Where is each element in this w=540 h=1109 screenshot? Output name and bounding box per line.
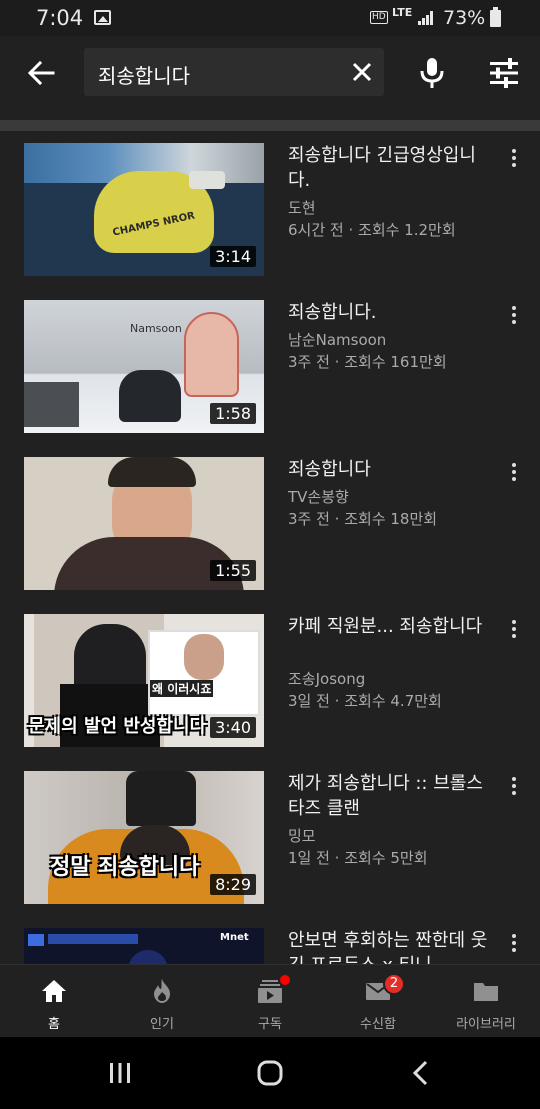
status-time: 7:04 xyxy=(36,6,84,30)
video-channel[interactable]: 조송Josong xyxy=(288,668,365,689)
more-options-button[interactable] xyxy=(506,304,522,328)
thumbnail-caption: 정말 죄송합니다 xyxy=(50,855,200,880)
video-result[interactable]: 왜 이러시죠 문제의 발언 반성합니다 3:40 카페 직원분... 죄송합니다… xyxy=(0,602,540,752)
video-meta: 6시간 전 · 조회수 1.2만회 xyxy=(288,221,456,239)
nav-inbox[interactable]: 2 수신함 xyxy=(324,965,432,1038)
nav-label: 수신함 xyxy=(360,1017,396,1032)
search-results-list: CHAMPS NROR 3:14 죄송합니다 긴급영상입니다. 도현 6시간 전… xyxy=(0,131,540,964)
video-meta: 3주 전 · 조회수 161만회 xyxy=(288,353,447,371)
nav-trending[interactable]: 인기 xyxy=(108,965,216,1038)
video-thumbnail[interactable]: 1:55 xyxy=(24,457,264,590)
video-thumbnail[interactable]: Namsoon 1:58 xyxy=(24,300,264,433)
recent-apps-button[interactable] xyxy=(100,1059,140,1089)
voice-search-button[interactable] xyxy=(416,56,448,90)
thumbnail-caption: 문제의 발언 반성합니다 xyxy=(28,716,207,737)
battery-percent: 73% xyxy=(443,7,486,29)
home-system-button[interactable] xyxy=(250,1059,290,1089)
home-icon xyxy=(42,980,66,1002)
nav-label: 구독 xyxy=(258,1017,282,1032)
microphone-icon xyxy=(420,58,444,88)
fire-icon xyxy=(154,979,170,1003)
thumbnail-text: 왜 이러시죠 xyxy=(150,680,214,697)
tune-icon xyxy=(490,58,518,88)
video-title[interactable]: 죄송합니다 긴급영상입니다. xyxy=(288,143,488,193)
thumbnail-text: Mnet xyxy=(220,932,249,943)
nav-library[interactable]: 라이브러리 xyxy=(432,965,540,1038)
system-navigation-bar xyxy=(0,1037,540,1109)
video-result[interactable]: 정말 죄송합니다 8:29 제가 죄송합니다 :: 브롤스타즈 클랜 밍모 1일… xyxy=(0,759,540,909)
more-options-button[interactable] xyxy=(506,461,522,485)
close-icon xyxy=(352,62,372,82)
battery-icon xyxy=(490,7,501,27)
video-result[interactable]: Mnet 안보면 후회하는 짠한데 웃긴 프로듀스 x 티니 xyxy=(0,916,540,964)
gallery-notification-icon xyxy=(94,10,111,25)
video-channel[interactable]: 밍모 xyxy=(288,825,316,846)
nav-label: 인기 xyxy=(150,1017,174,1032)
more-options-button[interactable] xyxy=(506,618,522,642)
video-thumbnail[interactable]: 정말 죄송합니다 8:29 xyxy=(24,771,264,904)
nav-home[interactable]: 홈 xyxy=(0,965,108,1038)
video-duration: 3:14 xyxy=(210,246,256,267)
video-channel[interactable]: TV손봉향 xyxy=(288,486,349,507)
video-title[interactable]: 카페 직원분... 죄송합니다 xyxy=(288,614,488,639)
new-content-dot xyxy=(280,975,290,985)
clear-search-button[interactable] xyxy=(350,60,374,84)
nav-subscriptions[interactable]: 구독 xyxy=(216,965,324,1038)
video-title[interactable]: 죄송합니다 xyxy=(288,457,488,482)
video-thumbnail[interactable]: CHAMPS NROR 3:14 xyxy=(24,143,264,276)
hd-voice-icon: HD xyxy=(370,11,388,24)
video-title[interactable]: 안보면 후회하는 짠한데 웃긴 프로듀스 x 티니 xyxy=(288,928,488,964)
more-options-button[interactable] xyxy=(506,147,522,171)
recent-apps-icon xyxy=(110,1063,130,1083)
thumbnail-text: Namsoon xyxy=(130,322,182,335)
status-bar: 7:04 HD LTE 73% xyxy=(0,0,540,36)
nav-label: 홈 xyxy=(48,1017,60,1032)
video-duration: 1:55 xyxy=(210,560,256,581)
arrow-back-icon xyxy=(27,60,55,86)
back-button[interactable] xyxy=(24,56,58,90)
video-channel[interactable]: 도현 xyxy=(288,197,316,218)
home-circle-icon xyxy=(257,1060,283,1086)
more-options-button[interactable] xyxy=(506,932,522,956)
divider xyxy=(0,120,540,131)
video-duration: 3:40 xyxy=(210,717,256,738)
video-result[interactable]: Namsoon 1:58 죄송합니다. 남순Namsoon 3주 전 · 조회수… xyxy=(0,288,540,438)
video-title[interactable]: 죄송합니다. xyxy=(288,300,488,325)
signal-icon xyxy=(418,11,434,25)
video-meta: 3일 전 · 조회수 4.7만회 xyxy=(288,692,442,710)
search-header: 죄송합니다 xyxy=(0,36,540,110)
more-options-button[interactable] xyxy=(506,775,522,799)
video-meta: 1일 전 · 조회수 5만회 xyxy=(288,849,428,867)
video-duration: 8:29 xyxy=(210,874,256,895)
folder-icon xyxy=(474,983,498,1001)
video-duration: 1:58 xyxy=(210,403,256,424)
bottom-navigation: 홈 인기 구독 2 수신함 라이브러리 xyxy=(0,964,540,1037)
video-channel[interactable]: 남순Namsoon xyxy=(288,329,386,350)
chevron-left-icon xyxy=(412,1060,428,1086)
video-title[interactable]: 제가 죄송합니다 :: 브롤스타즈 클랜 xyxy=(288,771,488,821)
back-system-button[interactable] xyxy=(400,1059,440,1089)
video-result[interactable]: 1:55 죄송합니다 TV손봉향 3주 전 · 조회수 18만회 xyxy=(0,445,540,595)
video-thumbnail[interactable]: 왜 이러시죠 문제의 발언 반성합니다 3:40 xyxy=(24,614,264,747)
search-input[interactable]: 죄송합니다 xyxy=(84,48,384,96)
search-filters-button[interactable] xyxy=(488,58,520,88)
video-thumbnail[interactable]: Mnet xyxy=(24,928,264,964)
video-meta: 3주 전 · 조회수 18만회 xyxy=(288,510,438,528)
lte-icon: LTE xyxy=(392,6,413,19)
video-result[interactable]: CHAMPS NROR 3:14 죄송합니다 긴급영상입니다. 도현 6시간 전… xyxy=(0,131,540,281)
nav-label: 라이브러리 xyxy=(456,1017,516,1032)
notification-badge: 2 xyxy=(383,973,405,995)
search-query-text: 죄송합니다 xyxy=(98,64,190,88)
